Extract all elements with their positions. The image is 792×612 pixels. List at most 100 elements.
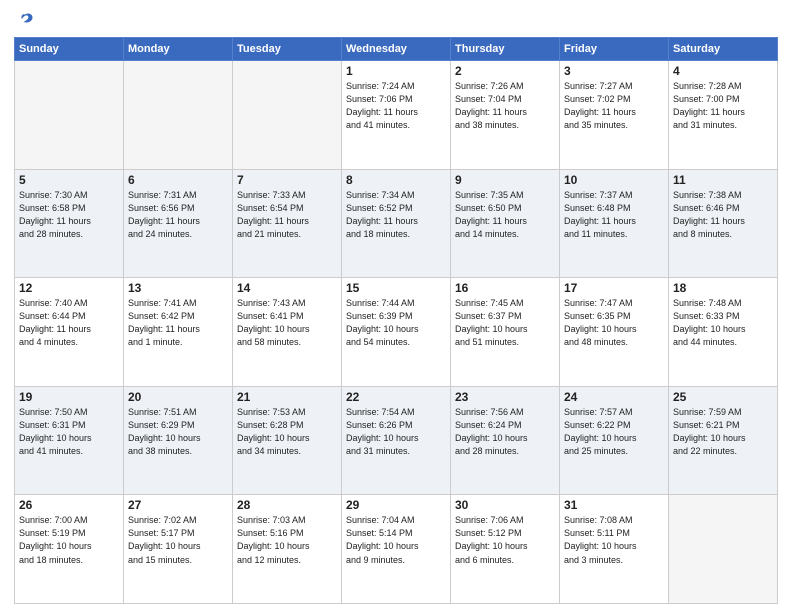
day-info: Sunrise: 7:04 AM Sunset: 5:14 PM Dayligh… [346,514,446,566]
week-row-4: 19 Sunrise: 7:50 AM Sunset: 6:31 PM Dayli… [15,386,778,495]
day-number: 30 [455,498,555,512]
page: SundayMondayTuesdayWednesdayThursdayFrid… [0,0,792,612]
header [14,10,778,29]
day-number: 24 [564,390,664,404]
calendar-cell: 18 Sunrise: 7:48 AM Sunset: 6:33 PM Dayli… [669,278,778,387]
day-info: Sunrise: 7:06 AM Sunset: 5:12 PM Dayligh… [455,514,555,566]
day-info: Sunrise: 7:24 AM Sunset: 7:06 PM Dayligh… [346,80,446,132]
day-info: Sunrise: 7:50 AM Sunset: 6:31 PM Dayligh… [19,406,119,458]
day-info: Sunrise: 7:51 AM Sunset: 6:29 PM Dayligh… [128,406,228,458]
day-info: Sunrise: 7:34 AM Sunset: 6:52 PM Dayligh… [346,189,446,241]
day-number: 20 [128,390,228,404]
calendar-cell [15,61,124,170]
week-row-1: 1 Sunrise: 7:24 AM Sunset: 7:06 PM Daylig… [15,61,778,170]
day-info: Sunrise: 7:48 AM Sunset: 6:33 PM Dayligh… [673,297,773,349]
weekday-header-row: SundayMondayTuesdayWednesdayThursdayFrid… [15,38,778,61]
calendar-cell: 23 Sunrise: 7:56 AM Sunset: 6:24 PM Dayli… [451,386,560,495]
day-number: 27 [128,498,228,512]
day-number: 18 [673,281,773,295]
day-number: 14 [237,281,337,295]
day-number: 2 [455,64,555,78]
day-number: 28 [237,498,337,512]
day-info: Sunrise: 7:37 AM Sunset: 6:48 PM Dayligh… [564,189,664,241]
calendar-cell: 29 Sunrise: 7:04 AM Sunset: 5:14 PM Dayli… [342,495,451,604]
day-info: Sunrise: 7:56 AM Sunset: 6:24 PM Dayligh… [455,406,555,458]
calendar-cell: 9 Sunrise: 7:35 AM Sunset: 6:50 PM Daylig… [451,169,560,278]
calendar-cell: 8 Sunrise: 7:34 AM Sunset: 6:52 PM Daylig… [342,169,451,278]
calendar-cell: 17Sunrise: 7:47 AM Sunset: 6:35 PM Dayli… [560,278,669,387]
day-number: 13 [128,281,228,295]
weekday-sunday: Sunday [15,38,124,61]
calendar-cell [233,61,342,170]
calendar-cell: 13Sunrise: 7:41 AM Sunset: 6:42 PM Dayli… [124,278,233,387]
day-info: Sunrise: 7:47 AM Sunset: 6:35 PM Dayligh… [564,297,664,349]
day-info: Sunrise: 7:35 AM Sunset: 6:50 PM Dayligh… [455,189,555,241]
calendar-cell: 5 Sunrise: 7:30 AM Sunset: 6:58 PM Daylig… [15,169,124,278]
weekday-saturday: Saturday [669,38,778,61]
calendar-cell: 14Sunrise: 7:43 AM Sunset: 6:41 PM Dayli… [233,278,342,387]
day-number: 31 [564,498,664,512]
day-number: 5 [19,173,119,187]
day-number: 26 [19,498,119,512]
calendar-cell: 26 Sunrise: 7:00 AM Sunset: 5:19 PM Dayli… [15,495,124,604]
week-row-2: 5 Sunrise: 7:30 AM Sunset: 6:58 PM Daylig… [15,169,778,278]
calendar-cell: 15 Sunrise: 7:44 AM Sunset: 6:39 PM Dayli… [342,278,451,387]
day-number: 23 [455,390,555,404]
day-number: 7 [237,173,337,187]
weekday-wednesday: Wednesday [342,38,451,61]
day-number: 9 [455,173,555,187]
day-number: 8 [346,173,446,187]
day-number: 4 [673,64,773,78]
day-info: Sunrise: 7:38 AM Sunset: 6:46 PM Dayligh… [673,189,773,241]
week-row-5: 26 Sunrise: 7:00 AM Sunset: 5:19 PM Dayli… [15,495,778,604]
day-number: 15 [346,281,446,295]
day-number: 6 [128,173,228,187]
day-info: Sunrise: 7:08 AM Sunset: 5:11 PM Dayligh… [564,514,664,566]
calendar-cell: 4Sunrise: 7:28 AM Sunset: 7:00 PM Daylig… [669,61,778,170]
calendar-cell: 30 Sunrise: 7:06 AM Sunset: 5:12 PM Dayli… [451,495,560,604]
day-number: 11 [673,173,773,187]
day-info: Sunrise: 7:44 AM Sunset: 6:39 PM Dayligh… [346,297,446,349]
calendar-cell [669,495,778,604]
day-number: 10 [564,173,664,187]
day-info: Sunrise: 7:02 AM Sunset: 5:17 PM Dayligh… [128,514,228,566]
day-info: Sunrise: 7:00 AM Sunset: 5:19 PM Dayligh… [19,514,119,566]
day-info: Sunrise: 7:27 AM Sunset: 7:02 PM Dayligh… [564,80,664,132]
day-number: 29 [346,498,446,512]
day-number: 3 [564,64,664,78]
day-info: Sunrise: 7:54 AM Sunset: 6:26 PM Dayligh… [346,406,446,458]
calendar-cell: 24Sunrise: 7:57 AM Sunset: 6:22 PM Dayli… [560,386,669,495]
day-info: Sunrise: 7:53 AM Sunset: 6:28 PM Dayligh… [237,406,337,458]
day-number: 25 [673,390,773,404]
calendar-cell: 21 Sunrise: 7:53 AM Sunset: 6:28 PM Dayli… [233,386,342,495]
day-info: Sunrise: 7:03 AM Sunset: 5:16 PM Dayligh… [237,514,337,566]
day-number: 21 [237,390,337,404]
calendar-cell: 1 Sunrise: 7:24 AM Sunset: 7:06 PM Daylig… [342,61,451,170]
calendar-cell: 11 Sunrise: 7:38 AM Sunset: 6:46 PM Dayli… [669,169,778,278]
week-row-3: 12Sunrise: 7:40 AM Sunset: 6:44 PM Dayli… [15,278,778,387]
calendar-cell: 27 Sunrise: 7:02 AM Sunset: 5:17 PM Dayli… [124,495,233,604]
calendar-cell: 10 Sunrise: 7:37 AM Sunset: 6:48 PM Dayli… [560,169,669,278]
weekday-thursday: Thursday [451,38,560,61]
day-info: Sunrise: 7:30 AM Sunset: 6:58 PM Dayligh… [19,189,119,241]
day-info: Sunrise: 7:59 AM Sunset: 6:21 PM Dayligh… [673,406,773,458]
calendar-cell [124,61,233,170]
calendar-cell: 28 Sunrise: 7:03 AM Sunset: 5:16 PM Dayli… [233,495,342,604]
logo-bird-icon [16,10,34,28]
weekday-monday: Monday [124,38,233,61]
day-number: 16 [455,281,555,295]
calendar-cell: 20 Sunrise: 7:51 AM Sunset: 6:29 PM Dayli… [124,386,233,495]
day-info: Sunrise: 7:45 AM Sunset: 6:37 PM Dayligh… [455,297,555,349]
calendar-cell: 22 Sunrise: 7:54 AM Sunset: 6:26 PM Dayli… [342,386,451,495]
calendar-cell: 19 Sunrise: 7:50 AM Sunset: 6:31 PM Dayli… [15,386,124,495]
calendar-cell: 25 Sunrise: 7:59 AM Sunset: 6:21 PM Dayli… [669,386,778,495]
calendar-cell: 16 Sunrise: 7:45 AM Sunset: 6:37 PM Dayli… [451,278,560,387]
day-number: 22 [346,390,446,404]
day-number: 1 [346,64,446,78]
weekday-friday: Friday [560,38,669,61]
logo [14,10,34,29]
day-number: 12 [19,281,119,295]
day-number: 19 [19,390,119,404]
calendar-cell: 6Sunrise: 7:31 AM Sunset: 6:56 PM Daylig… [124,169,233,278]
day-info: Sunrise: 7:26 AM Sunset: 7:04 PM Dayligh… [455,80,555,132]
